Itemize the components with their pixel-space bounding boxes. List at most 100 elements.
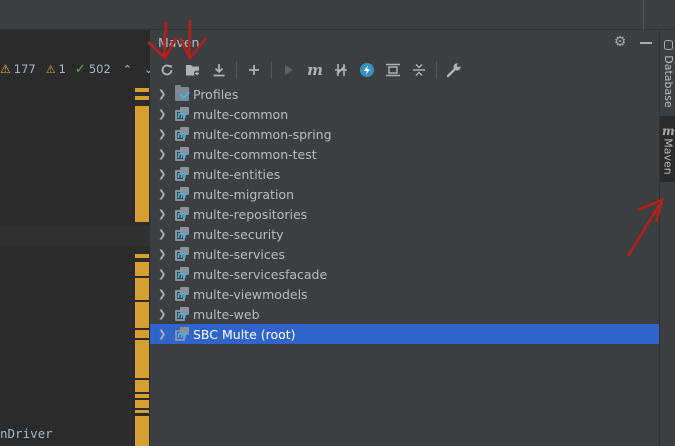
- gear-icon[interactable]: ⚙: [612, 34, 628, 50]
- tree-row-label: multe-common-test: [193, 146, 317, 162]
- chevron-right-icon[interactable]: ❯: [158, 169, 168, 180]
- maven-module-icon: m: [175, 287, 189, 301]
- tree-row[interactable]: ❯ m multe-common: [150, 104, 659, 124]
- top-strip-divider: [643, 0, 644, 30]
- warning-mark[interactable]: [135, 330, 149, 338]
- collapse-all-icon[interactable]: [408, 59, 430, 81]
- chevron-right-icon[interactable]: ❯: [158, 289, 168, 300]
- tree-row-label: SBC Multe (root): [193, 326, 296, 342]
- run-icon[interactable]: [278, 59, 300, 81]
- show-dependencies-icon[interactable]: [382, 59, 404, 81]
- tree-row-label: multe-services: [193, 246, 285, 262]
- top-toolbar-strip: [0, 0, 675, 30]
- minimize-icon[interactable]: [638, 34, 654, 50]
- warning-mark[interactable]: [135, 96, 149, 100]
- add-icon[interactable]: [243, 59, 265, 81]
- warning-mark[interactable]: [135, 106, 149, 222]
- toolbar-separator: [236, 61, 237, 79]
- inspections-widget[interactable]: ⚠ 177 ⚠ 1 ✓ 502 ⌃ ⌄: [0, 56, 153, 82]
- editor-highlight-line: [0, 226, 150, 246]
- weak-warning-icon: ⚠: [45, 62, 56, 76]
- tree-row[interactable]: ❯ m multe-viewmodels: [150, 284, 659, 304]
- warning-mark[interactable]: [135, 302, 149, 328]
- chevron-right-icon[interactable]: ❯: [158, 109, 168, 120]
- chevron-right-icon[interactable]: ❯: [158, 269, 168, 280]
- typos-count: 502: [88, 62, 111, 76]
- warning-icon: ⚠: [0, 62, 11, 76]
- maven-module-icon: m: [175, 127, 189, 141]
- database-icon: [664, 40, 673, 50]
- chevron-right-icon[interactable]: ❯: [158, 309, 168, 320]
- warning-mark[interactable]: [135, 88, 149, 92]
- chevron-right-icon[interactable]: ❯: [158, 209, 168, 220]
- warning-mark[interactable]: [135, 394, 149, 398]
- toggle-offline-icon[interactable]: [330, 59, 352, 81]
- tree-row[interactable]: ❯ m multe-services: [150, 244, 659, 264]
- typo-check-icon: ✓: [74, 61, 86, 77]
- right-tool-strip: Database Maven m: [659, 30, 675, 446]
- maven-module-icon: m: [175, 227, 189, 241]
- tree-row-label: multe-migration: [193, 186, 295, 202]
- tree-row[interactable]: ❯ m multe-security: [150, 224, 659, 244]
- tree-row-label: multe-entities: [193, 166, 281, 182]
- maven-toolbar: m: [150, 56, 659, 84]
- execute-goal-icon[interactable]: m: [304, 59, 326, 81]
- chevron-right-icon[interactable]: ❯: [158, 249, 168, 260]
- chevron-right-icon[interactable]: ❯: [158, 129, 168, 140]
- tree-row-label: multe-servicesfacade: [193, 266, 328, 282]
- toolbar-separator: [271, 61, 272, 79]
- chevron-right-icon[interactable]: ❯: [158, 229, 168, 240]
- tree-row[interactable]: ❯ m multe-repositories: [150, 204, 659, 224]
- tree-row-label: multe-web: [193, 306, 260, 322]
- code-line: nDriver: [0, 426, 53, 441]
- database-tab-label: Database: [661, 54, 675, 108]
- maven-tool-window: Maven ⚙ m ❯ Profiles ❯ m multe-common ❯ …: [150, 30, 659, 446]
- warning-mark[interactable]: [135, 410, 149, 413]
- tree-row-label: multe-security: [193, 226, 284, 242]
- maven-module-icon: m: [175, 247, 189, 261]
- tree-row-label: multe-repositories: [193, 206, 308, 222]
- download-icon[interactable]: [208, 59, 230, 81]
- database-tab[interactable]: Database: [660, 30, 675, 110]
- warning-mark[interactable]: [135, 262, 149, 276]
- warning-mark[interactable]: [135, 380, 149, 392]
- chevron-right-icon[interactable]: ❯: [158, 329, 168, 340]
- profiles-folder-icon: [175, 85, 189, 101]
- maven-module-icon: m: [175, 147, 189, 161]
- warnings-count: 177: [13, 62, 36, 76]
- warning-mark[interactable]: [135, 400, 149, 408]
- maven-projects-tree: ❯ Profiles ❯ m multe-common ❯ m multe-common-sp…: [150, 84, 659, 344]
- weak-warnings-count: 1: [58, 62, 66, 76]
- maven-module-icon: m: [175, 327, 189, 341]
- warning-mark[interactable]: [135, 416, 149, 446]
- skip-tests-icon[interactable]: [356, 59, 378, 81]
- chevron-right-icon[interactable]: ❯: [158, 189, 168, 200]
- reload-all-icon[interactable]: [156, 59, 178, 81]
- error-stripe[interactable]: [135, 82, 149, 446]
- tree-row[interactable]: ❯ m multe-common-test: [150, 144, 659, 164]
- tree-row[interactable]: ❯ m multe-entities: [150, 164, 659, 184]
- maven-header: Maven ⚙: [150, 30, 659, 54]
- tree-row[interactable]: ❯ m multe-web: [150, 304, 659, 324]
- chevron-right-icon[interactable]: ❯: [158, 89, 168, 100]
- maven-module-icon: m: [175, 187, 189, 201]
- maven-module-icon: m: [175, 267, 189, 281]
- maven-module-icon: m: [175, 107, 189, 121]
- generate-sources-icon[interactable]: [182, 59, 204, 81]
- tree-row[interactable]: ❯ m multe-common-spring: [150, 124, 659, 144]
- warning-mark[interactable]: [135, 340, 149, 378]
- tree-row[interactable]: ❯ m multe-servicesfacade: [150, 264, 659, 284]
- maven-module-icon: m: [175, 167, 189, 181]
- settings-wrench-icon[interactable]: [443, 59, 465, 81]
- tree-row-label: Profiles: [193, 86, 239, 102]
- tree-row[interactable]: ❯ Profiles: [150, 84, 659, 104]
- warning-mark[interactable]: [135, 278, 149, 300]
- tree-row[interactable]: ❯ m multe-migration: [150, 184, 659, 204]
- maven-module-icon: m: [175, 207, 189, 221]
- tree-row[interactable]: ❯ m SBC Multe (root): [150, 324, 659, 344]
- tree-row-label: multe-common-spring: [193, 126, 332, 142]
- chevron-right-icon[interactable]: ❯: [158, 149, 168, 160]
- previous-highlight-icon[interactable]: ⌃: [123, 63, 132, 76]
- warning-mark[interactable]: [135, 254, 149, 258]
- toolbar-separator: [436, 61, 437, 79]
